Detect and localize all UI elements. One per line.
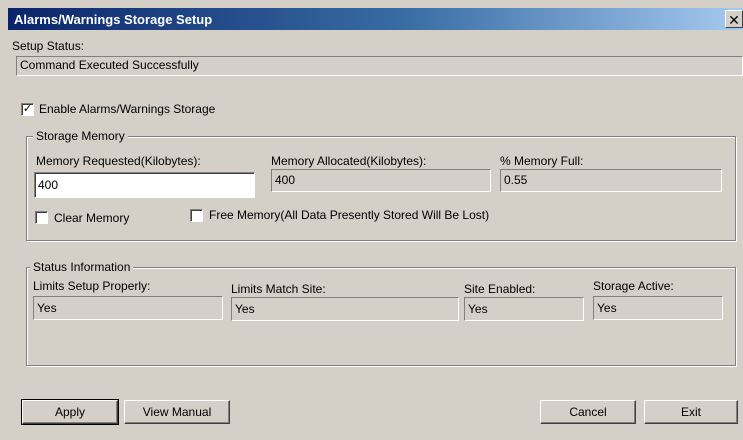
memory-allocated-label: Memory Allocated(Kilobytes): (271, 154, 427, 168)
storage-memory-title: Storage Memory (33, 129, 128, 143)
window-title: Alarms/Warnings Storage Setup (14, 12, 213, 27)
memory-allocated-field: 400 (271, 169, 491, 192)
memory-requested-label: Memory Requested(Kilobytes): (36, 154, 201, 168)
apply-button[interactable]: Apply (21, 399, 119, 425)
storage-active-field: Yes (593, 296, 723, 320)
free-memory-checkbox[interactable] (190, 209, 203, 222)
limits-setup-label: Limits Setup Properly: (33, 279, 151, 293)
limits-setup-field: Yes (33, 296, 223, 320)
clear-memory-label[interactable]: Clear Memory (54, 211, 129, 225)
free-memory-label[interactable]: Free Memory(All Data Presently Stored Wi… (209, 208, 489, 222)
setup-status-field: Command Executed Successfully (16, 56, 743, 76)
setup-status-label: Setup Status: (12, 39, 85, 53)
status-information-title: Status Information (30, 260, 134, 274)
view-manual-button[interactable]: View Manual (124, 400, 230, 424)
storage-active-label: Storage Active: (593, 279, 674, 293)
dialog-window: Alarms/Warnings Storage Setup ✕ Setup St… (0, 0, 743, 440)
dialog-body: Setup Status: Command Executed Successfu… (8, 30, 743, 440)
enable-storage-checkbox[interactable]: ✓ (21, 103, 34, 116)
limits-match-label: Limits Match Site: (231, 282, 326, 296)
site-enabled-field: Yes (464, 297, 584, 321)
limits-match-field: Yes (231, 297, 459, 321)
cancel-button[interactable]: Cancel (540, 400, 636, 424)
memory-full-field: 0.55 (500, 169, 722, 192)
exit-button[interactable]: Exit (644, 400, 738, 424)
clear-memory-checkbox[interactable] (35, 211, 48, 224)
memory-requested-input[interactable]: 400 (34, 172, 255, 198)
close-icon[interactable]: ✕ (725, 10, 743, 28)
enable-storage-label[interactable]: Enable Alarms/Warnings Storage (39, 102, 215, 116)
site-enabled-label: Site Enabled: (464, 282, 536, 296)
title-bar: Alarms/Warnings Storage Setup ✕ (8, 8, 743, 30)
memory-full-label: % Memory Full: (500, 154, 584, 168)
